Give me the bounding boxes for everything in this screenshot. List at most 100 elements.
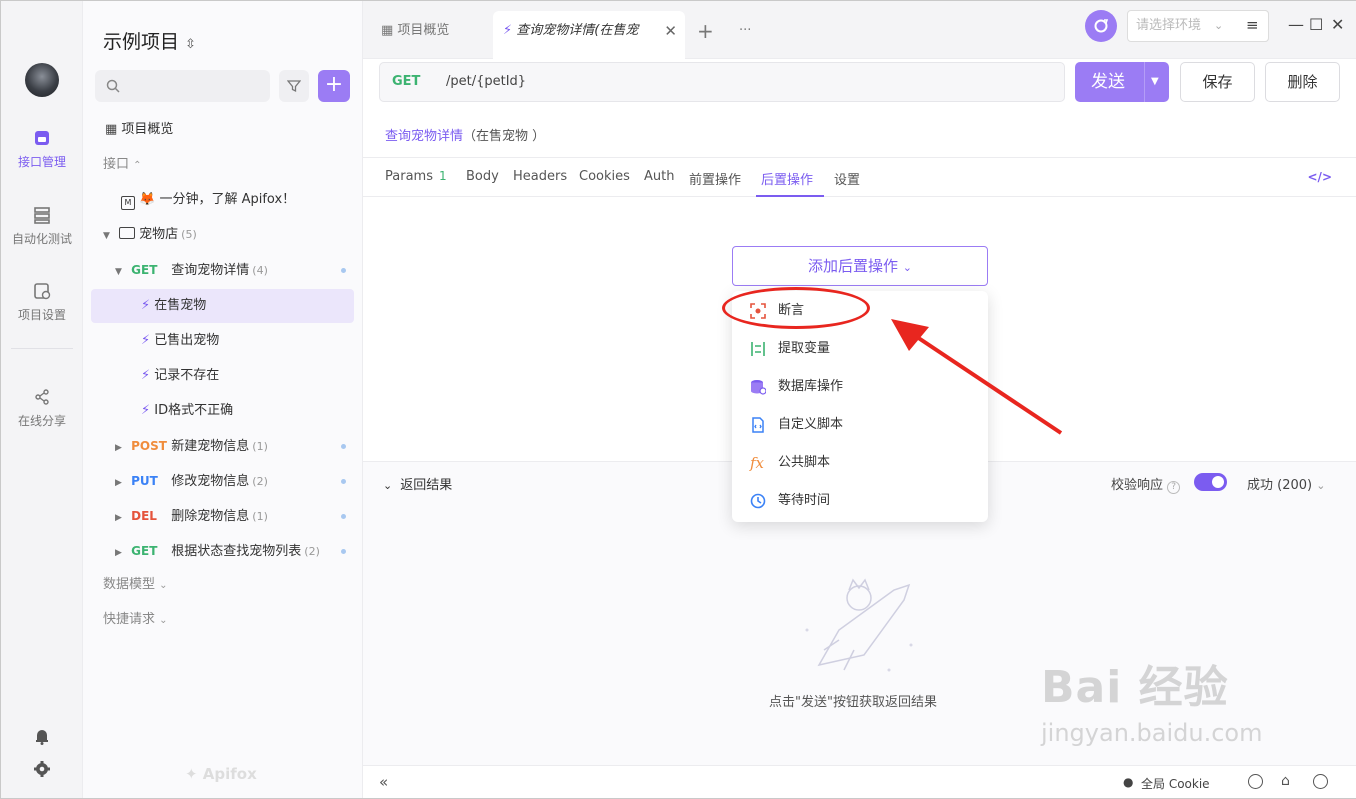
tab-label: 前置操作 xyxy=(689,173,742,188)
database-icon xyxy=(751,380,766,395)
sidebar-endpoint[interactable]: ▶ POST 新建宠物信息 (1) xyxy=(91,429,354,463)
request-method[interactable]: GET xyxy=(392,74,420,89)
case-label: 记录不存在 xyxy=(154,368,220,383)
minimize-button[interactable]: — xyxy=(1288,15,1304,34)
sidebar-endpoint[interactable]: ▶ PUT 修改宠物信息 (2) xyxy=(91,464,354,498)
chevron-down-icon[interactable]: ▼ xyxy=(1151,62,1159,102)
breadcrumb-link[interactable]: 查询宠物详情 xyxy=(385,129,463,144)
chevron-down-icon: ⌄ xyxy=(1214,19,1224,32)
sidebar-endpoint[interactable]: ▼ GET 查询宠物详情 (4) xyxy=(91,253,354,287)
sidebar-case-sold[interactable]: ⚡ 已售出宠物 xyxy=(91,324,354,358)
upload-icon[interactable] xyxy=(1248,774,1263,789)
tab-label: Body xyxy=(466,169,499,184)
delete-label: 删除 xyxy=(1287,73,1318,91)
rail-item-share[interactable]: 在线分享 xyxy=(1,388,83,429)
baidu-watermark: Bai 经验 jingyan.baidu.com xyxy=(1041,651,1262,747)
sidebar-group-interfaces[interactable]: 接口 ⌃ xyxy=(91,148,354,182)
request-path: /pet/{petId} xyxy=(446,74,527,89)
environment-menu-button[interactable]: ≡ xyxy=(1237,10,1269,42)
tab-overview[interactable]: ▦ 项目概览 xyxy=(381,11,481,59)
menu-item-common-script[interactable]: fx 公共脚本 xyxy=(732,444,988,482)
url-input[interactable]: GET /pet/{petId} xyxy=(379,62,1065,102)
tab-body[interactable]: Body xyxy=(466,169,499,184)
tab-endpoint-detail[interactable]: ⚡ 查询宠物详情(在售宠 ✕ xyxy=(493,11,685,59)
breadcrumb-current: （在售宠物 ） xyxy=(463,129,546,144)
tab-cookies[interactable]: Cookies xyxy=(579,169,630,184)
sidebar-case-bad-id[interactable]: ⚡ ID格式不正确 xyxy=(91,394,354,428)
rail-item-project-settings[interactable]: 项目设置 xyxy=(1,282,83,323)
menu-item-wait[interactable]: 等待时间 xyxy=(732,482,988,520)
group-label: 快捷请求 xyxy=(103,612,156,627)
new-tab-button[interactable]: + xyxy=(697,11,714,59)
tab-auth[interactable]: Auth xyxy=(644,169,674,184)
fx-icon: fx xyxy=(750,454,765,472)
send-button[interactable]: 发送 ▼ xyxy=(1075,62,1169,102)
response-status-select[interactable]: 成功 (200) ⌄ xyxy=(1247,474,1325,493)
sidebar-item-overview[interactable]: ▦ 项目概览 xyxy=(91,113,354,147)
maximize-button[interactable]: ☐ xyxy=(1309,15,1323,34)
validate-response-toggle[interactable] xyxy=(1194,473,1227,491)
markdown-icon: M xyxy=(121,196,135,210)
folder-count: (5) xyxy=(181,228,197,241)
chevron-down-icon: ⌄ xyxy=(383,479,393,492)
response-toggle[interactable]: ⌄ 返回结果 xyxy=(383,474,452,493)
environment-placeholder: 请选择环境 xyxy=(1136,18,1202,33)
collapse-sidebar-icon[interactable]: « xyxy=(379,773,388,791)
bell-icon[interactable] xyxy=(33,727,51,745)
menu-item-label: 公共脚本 xyxy=(778,455,831,470)
rail-item-label: 项目设置 xyxy=(17,308,66,322)
shirt-icon[interactable]: ⌂ xyxy=(1281,773,1290,789)
endpoint-count: (2) xyxy=(304,545,320,558)
sidebar-endpoint[interactable]: ▶ GET 根据状态查找宠物列表 (2) xyxy=(91,534,354,568)
folder-label: 宠物店 xyxy=(139,227,179,242)
search-icon xyxy=(106,79,120,93)
caret-right-icon: ▶ xyxy=(115,478,122,488)
tab-post-processors[interactable]: 后置操作 xyxy=(761,169,813,188)
gear-icon[interactable] xyxy=(33,760,51,778)
rail-item-api-management[interactable]: 接口管理 xyxy=(1,129,83,170)
tab-params[interactable]: Params 1 xyxy=(385,169,447,184)
caret-right-icon: ▶ xyxy=(115,548,122,558)
case-icon: ⚡ xyxy=(141,403,151,418)
sidebar-folder-petstore[interactable]: ▼ 宠物店 (5) xyxy=(91,218,354,252)
delete-button[interactable]: 删除 xyxy=(1265,62,1340,102)
save-button[interactable]: 保存 xyxy=(1180,62,1255,102)
method-badge: DEL xyxy=(131,509,157,523)
app-window: 接口管理 自动化测试 项目设置 在线分享 示例项目 ⇳ + ▦ 项目概览 接口 … xyxy=(0,0,1356,799)
plus-icon: + xyxy=(697,19,714,43)
code-icon[interactable]: </> xyxy=(1308,170,1333,184)
brand-label: Apifox xyxy=(202,765,257,783)
tab-pre-processors[interactable]: 前置操作 xyxy=(689,169,741,188)
help-icon[interactable] xyxy=(1313,774,1328,789)
filter-button[interactable] xyxy=(279,70,309,102)
sync-icon xyxy=(1094,19,1109,33)
endpoint-label: 新建宠物信息 xyxy=(171,439,250,454)
tab-settings[interactable]: 设置 xyxy=(834,169,860,188)
endpoint-count: (1) xyxy=(252,440,268,453)
sidebar-group-models[interactable]: 数据模型 ⌄ xyxy=(91,568,354,602)
sidebar-group-quick[interactable]: 快捷请求 ⌄ xyxy=(91,603,354,637)
tab-headers[interactable]: Headers xyxy=(513,169,567,184)
sync-button[interactable] xyxy=(1085,10,1117,42)
status-dot xyxy=(341,549,346,554)
project-switcher[interactable]: 示例项目 ⇳ xyxy=(103,27,196,54)
more-tabs-button[interactable]: ··· xyxy=(739,11,751,59)
global-cookie-button[interactable]: 全局 Cookie xyxy=(1141,775,1210,792)
help-icon[interactable]: ? xyxy=(1167,481,1181,494)
add-post-processor-button[interactable]: 添加后置操作 ⌄ xyxy=(732,246,988,286)
case-icon: ⚡ xyxy=(141,333,151,348)
sidebar-case-on-sale[interactable]: ⚡ 在售宠物 xyxy=(91,289,354,323)
rail-item-automation[interactable]: 自动化测试 xyxy=(1,206,83,247)
sidebar-item-intro-doc[interactable]: M 🦊 一分钟，了解 Apifox！ xyxy=(91,183,354,217)
breadcrumb: 查询宠物详情（在售宠物 ） xyxy=(385,125,545,144)
sidebar-endpoint[interactable]: ▶ DEL 删除宠物信息 (1) xyxy=(91,499,354,533)
chevron-up-icon: ⌃ xyxy=(133,160,142,171)
sidebar-case-not-found[interactable]: ⚡ 记录不存在 xyxy=(91,359,354,393)
user-avatar[interactable] xyxy=(25,63,59,97)
search-input[interactable] xyxy=(95,70,270,102)
close-window-button[interactable]: ✕ xyxy=(1331,15,1344,34)
close-icon[interactable]: ✕ xyxy=(664,11,677,51)
hamburger-icon: ≡ xyxy=(1246,16,1259,34)
add-button[interactable]: + xyxy=(318,70,350,102)
sidebar-item-label: 🦊 一分钟，了解 Apifox！ xyxy=(139,192,296,207)
